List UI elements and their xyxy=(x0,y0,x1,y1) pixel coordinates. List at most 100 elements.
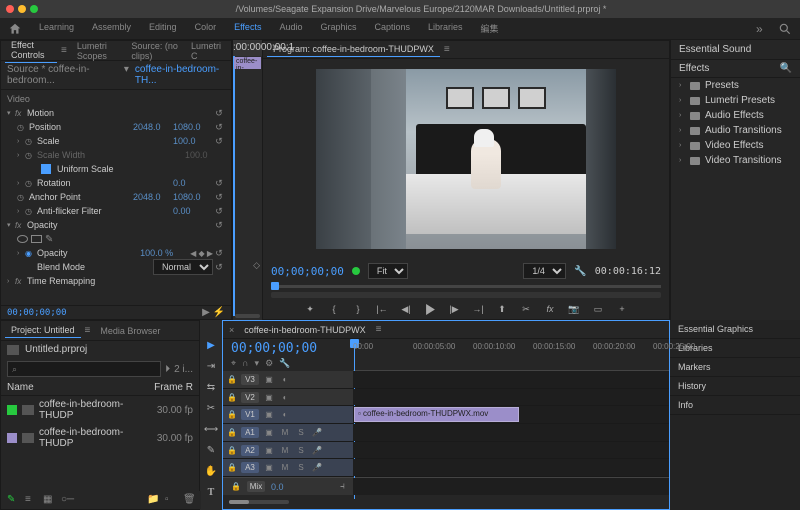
lock-icon[interactable]: 🔒 xyxy=(227,410,237,419)
thumb-slider[interactable]: ○─ xyxy=(61,494,73,506)
ec-clip-bar[interactable]: coffee-in-bedroom- xyxy=(234,57,261,69)
fx-icon[interactable]: fx xyxy=(543,302,557,316)
voice-icon[interactable]: 🎤 xyxy=(311,463,323,472)
effects-folder-lumetri-presets[interactable]: ›Lumetri Presets xyxy=(671,93,800,108)
ec-tab[interactable]: Effect Controls xyxy=(5,38,57,63)
track-lane-a2[interactable] xyxy=(353,442,669,459)
rotation-val[interactable]: 0.0 xyxy=(173,178,213,188)
voice-icon[interactable]: 🎤 xyxy=(311,446,323,455)
lock-icon[interactable]: 🔒 xyxy=(227,463,237,472)
mute-icon[interactable]: ▣ xyxy=(263,446,275,455)
position-reset[interactable]: ↺ xyxy=(213,122,225,133)
workspace-tab-graphics[interactable]: Graphics xyxy=(311,19,365,38)
timeline-clip[interactable]: ▫ coffee-in-bedroom-THUDPWX.mov xyxy=(354,407,519,422)
ec-clip-label[interactable]: coffee-in-bedroom-TH... xyxy=(135,64,225,86)
filter-icon[interactable]: ⏵ xyxy=(165,364,170,375)
effects-folder-video-effects[interactable]: ›Video Effects xyxy=(671,138,800,153)
snap-icon[interactable]: ⌖ xyxy=(231,358,236,369)
track-header-v1[interactable]: 🔒V1▣◐ xyxy=(223,406,353,423)
workspace-tab-編集[interactable]: 編集 xyxy=(472,19,508,38)
voice-icon[interactable]: 🎤 xyxy=(311,428,323,437)
selection-tool-icon[interactable]: ▶ xyxy=(204,338,218,352)
panel-tab-markers[interactable]: Markers xyxy=(670,358,800,377)
workspace-tab-captions[interactable]: Captions xyxy=(366,19,420,38)
play-icon[interactable] xyxy=(423,302,437,316)
export-frame-icon[interactable]: 📷 xyxy=(567,302,581,316)
mix-expand-icon[interactable]: ⫞ xyxy=(340,481,345,492)
ec-wrench-icon[interactable]: ▶ ⚡ xyxy=(202,307,225,318)
track-header-a2[interactable]: 🔒A2▣MS🎤 xyxy=(223,442,353,459)
track-lane-v3[interactable] xyxy=(353,371,669,388)
ec-tab[interactable]: Lumetri C xyxy=(185,39,227,63)
close-icon[interactable] xyxy=(6,5,14,13)
ec-playhead[interactable] xyxy=(233,56,235,316)
toggle-sync-icon[interactable]: ◐ xyxy=(279,410,291,419)
scale-keyframe[interactable]: ◷ xyxy=(25,137,35,146)
pen-tool-icon[interactable]: ✎ xyxy=(204,443,218,457)
overflow-icon[interactable]: » xyxy=(756,22,770,36)
toggle-sync-icon[interactable]: ◐ xyxy=(279,375,291,384)
opacity-label[interactable]: Opacity xyxy=(25,220,213,230)
settings-icon[interactable]: + xyxy=(615,302,629,316)
go-in-icon[interactable]: |← xyxy=(375,302,389,316)
mix-val[interactable]: 0.0 xyxy=(271,482,311,492)
minimize-icon[interactable] xyxy=(18,5,26,13)
timeline-timecode[interactable]: 00;00;00;00 xyxy=(231,341,345,356)
ec-mini-timeline[interactable]: :00:0000:00:1 coffee-in-bedroom- ◇ xyxy=(232,40,262,320)
type-tool-icon[interactable]: T xyxy=(204,485,218,499)
mark-in-icon[interactable]: { xyxy=(327,302,341,316)
project-tab[interactable]: Project: Untitled xyxy=(5,323,81,338)
go-out-icon[interactable]: →| xyxy=(471,302,485,316)
fit-select[interactable]: Fit xyxy=(368,263,408,279)
track-lane-v2[interactable] xyxy=(353,389,669,406)
track-header-a1[interactable]: 🔒A1▣MS🎤 xyxy=(223,424,353,441)
slip-tool-icon[interactable]: ⟷ xyxy=(204,422,218,436)
extract-icon[interactable]: ✂ xyxy=(519,302,533,316)
program-preview[interactable] xyxy=(316,69,616,249)
project-item[interactable]: coffee-in-bedroom-THUDP30.00 fp xyxy=(1,396,199,424)
new-bin-icon[interactable]: 📁 xyxy=(147,494,159,506)
toggle-output-icon[interactable]: ▣ xyxy=(263,410,275,419)
mark-out-icon[interactable]: } xyxy=(351,302,365,316)
icon-view-icon[interactable]: ▦ xyxy=(43,494,55,506)
ec-tab[interactable]: Lumetri Scopes xyxy=(71,39,126,63)
wrench-icon[interactable]: 🔧 xyxy=(574,266,586,277)
freeform-icon[interactable]: ✎ xyxy=(7,494,19,506)
track-select-tool-icon[interactable]: ⇥ xyxy=(204,359,218,373)
scale-val[interactable]: 100.0 xyxy=(173,136,213,146)
track-lane-a1[interactable] xyxy=(353,424,669,441)
project-item[interactable]: coffee-in-bedroom-THUDP30.00 fp xyxy=(1,424,199,452)
timeline-ruler[interactable]: 00:0000:00:05:0000:00:10:0000:00:15:0000… xyxy=(353,339,669,371)
ripple-tool-icon[interactable]: ⇆ xyxy=(204,380,218,394)
panel-tab-history[interactable]: History xyxy=(670,377,800,396)
new-item-icon[interactable]: ▫ xyxy=(165,494,177,506)
search-icon[interactable] xyxy=(778,22,792,36)
hand-tool-icon[interactable]: ✋ xyxy=(204,464,218,478)
timeline-tab[interactable]: coffee-in-bedroom-THUDPWX xyxy=(238,323,371,337)
lock-icon[interactable]: 🔒 xyxy=(227,393,237,402)
settings-icon[interactable]: ⚙ xyxy=(265,358,273,369)
timeline-zoom[interactable] xyxy=(229,500,289,504)
track-header-v3[interactable]: 🔒V3▣◐ xyxy=(223,371,353,388)
motion-toggle[interactable]: ▾ xyxy=(7,109,15,117)
step-fwd-icon[interactable]: |▶ xyxy=(447,302,461,316)
mute-icon[interactable]: ▣ xyxy=(263,463,275,472)
home-icon[interactable] xyxy=(8,22,22,36)
ec-tab[interactable]: Source: (no clips) xyxy=(125,39,185,63)
opacity-val[interactable]: 100.0 % xyxy=(140,248,190,258)
ec-keyframe-marker[interactable]: ◇ xyxy=(253,260,260,271)
lock-icon[interactable]: 🔒 xyxy=(227,446,237,455)
motion-label[interactable]: Motion xyxy=(25,108,213,118)
toggle-output-icon[interactable]: ▣ xyxy=(263,393,275,402)
workspace-tab-assembly[interactable]: Assembly xyxy=(83,19,140,38)
mute-icon[interactable]: ▣ xyxy=(263,428,275,437)
workspace-tab-learning[interactable]: Learning xyxy=(30,19,83,38)
list-view-icon[interactable]: ≡ xyxy=(25,494,37,506)
workspace-tab-libraries[interactable]: Libraries xyxy=(419,19,472,38)
toggle-output-icon[interactable]: ▣ xyxy=(263,375,275,384)
quality-select[interactable]: 1/4 xyxy=(523,263,566,279)
panel-tab-info[interactable]: Info xyxy=(670,396,800,415)
ec-scroll[interactable] xyxy=(235,314,260,318)
razor-tool-icon[interactable]: ✂ xyxy=(204,401,218,415)
workspace-tab-color[interactable]: Color xyxy=(186,19,226,38)
